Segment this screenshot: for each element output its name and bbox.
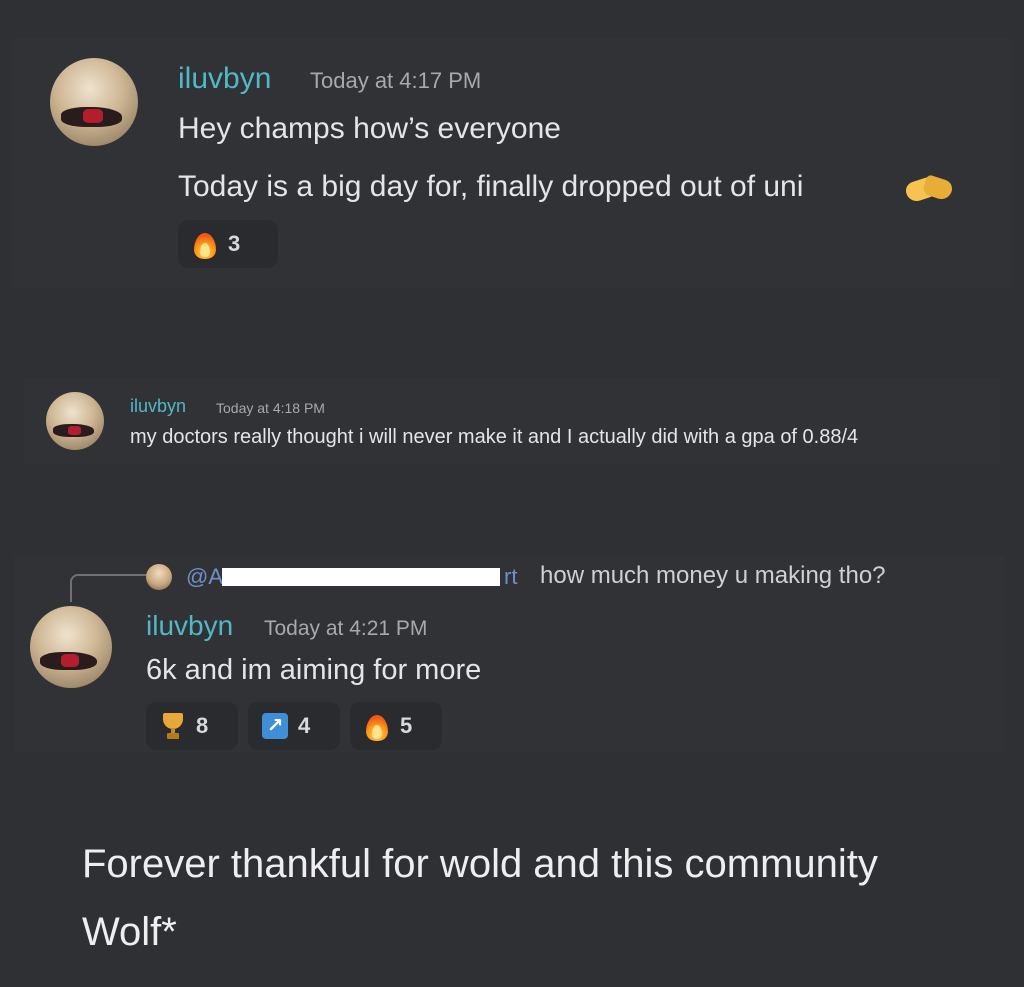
message-text: Today is a big day for, finally dropped …: [178, 170, 804, 203]
username[interactable]: iluvbyn: [130, 396, 186, 417]
reaction-fire[interactable]: 5: [350, 702, 442, 750]
arrow-up-right-icon: ↗: [262, 713, 288, 739]
avatar[interactable]: [46, 392, 104, 450]
reaction-trophy[interactable]: 8: [146, 702, 238, 750]
reaction-count: 3: [228, 231, 241, 256]
reply-text[interactable]: how much money u making tho?: [540, 562, 886, 590]
timestamp: Today at 4:18 PM: [216, 400, 325, 416]
username[interactable]: iluvbyn: [146, 610, 233, 642]
reply-mention-end[interactable]: rt: [504, 564, 517, 590]
redaction-bar: [222, 568, 500, 586]
reaction-count: 5: [400, 713, 413, 738]
message-panel-2: [24, 378, 1000, 464]
message-text: Hey champs how’s everyone: [178, 112, 561, 145]
avatar[interactable]: [30, 606, 112, 688]
handshake-icon: [906, 174, 952, 204]
reply-connector: [70, 574, 150, 602]
fire-icon: [192, 229, 218, 259]
reaction-arrow[interactable]: ↗ 4: [248, 702, 340, 750]
reply-mention-start[interactable]: @A: [186, 564, 223, 590]
fire-icon: [364, 711, 390, 741]
caption-line-1: Forever thankful for wold and this commu…: [82, 842, 878, 886]
avatar[interactable]: [50, 58, 138, 146]
reaction-fire[interactable]: 3: [178, 220, 278, 268]
reply-avatar[interactable]: [146, 564, 172, 590]
timestamp: Today at 4:21 PM: [264, 617, 428, 640]
reaction-count: 8: [196, 713, 209, 738]
message-text: my doctors really thought i will never m…: [130, 426, 859, 448]
message-panel-1: [12, 38, 1012, 288]
username[interactable]: iluvbyn: [178, 62, 271, 96]
caption-line-2: Wolf*: [82, 910, 177, 954]
reaction-count: 4: [298, 713, 311, 738]
message-text: 6k and im aiming for more: [146, 654, 482, 686]
trophy-icon: [160, 711, 186, 741]
timestamp: Today at 4:17 PM: [310, 68, 482, 93]
